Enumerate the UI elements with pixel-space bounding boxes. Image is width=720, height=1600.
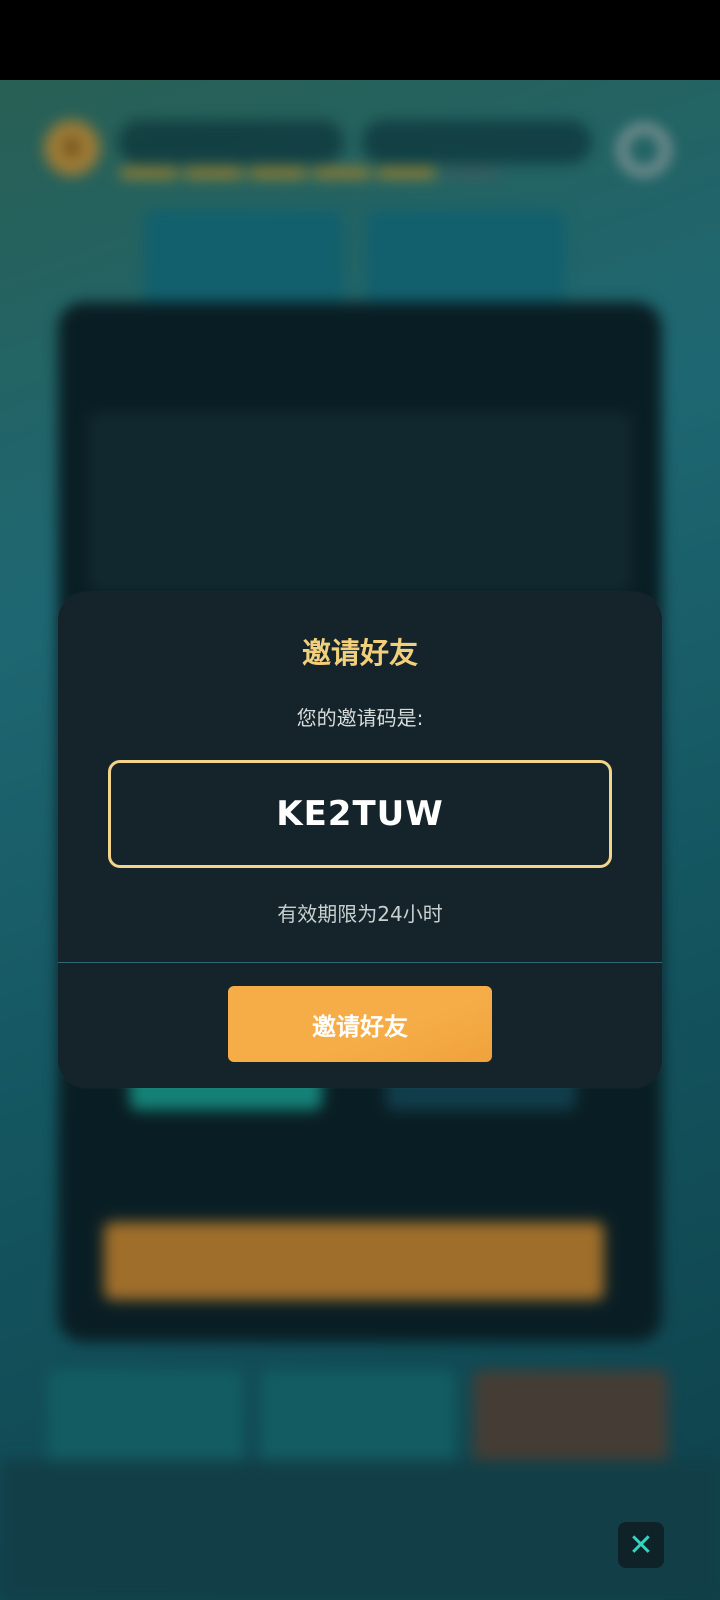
validity-text: 有效期限为24小时 (277, 902, 443, 926)
invite-code-display[interactable]: KE2TUW (108, 760, 612, 868)
dialog-divider (58, 962, 662, 963)
close-button[interactable]: ✕ (618, 1522, 664, 1568)
invite-friends-dialog: 邀请好友 您的邀请码是: KE2TUW 有效期限为24小时 邀请好友 (58, 592, 662, 1088)
status-bar (0, 0, 720, 80)
invite-code-prompt: 您的邀请码是: (296, 706, 424, 730)
close-icon: ✕ (628, 1527, 654, 1563)
invite-friends-button[interactable]: 邀请好友 (228, 986, 492, 1062)
dialog-title: 邀请好友 (301, 636, 418, 670)
